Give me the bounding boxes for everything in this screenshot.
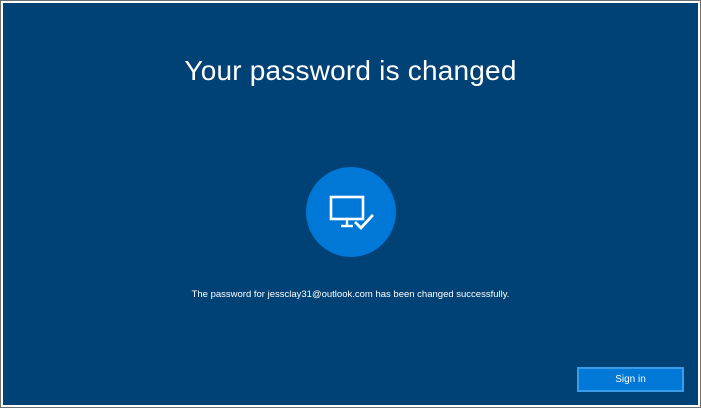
window-frame: Your password is changed The password fo… xyxy=(0,0,701,408)
page-title: Your password is changed xyxy=(184,55,517,86)
success-message: The password for jessclay31@outlook.com … xyxy=(191,289,510,300)
password-changed-screen: Your password is changed The password fo… xyxy=(3,3,698,405)
monitor-check-icon xyxy=(329,195,374,231)
success-badge xyxy=(306,167,396,257)
sign-in-button[interactable]: Sign in xyxy=(577,367,684,392)
